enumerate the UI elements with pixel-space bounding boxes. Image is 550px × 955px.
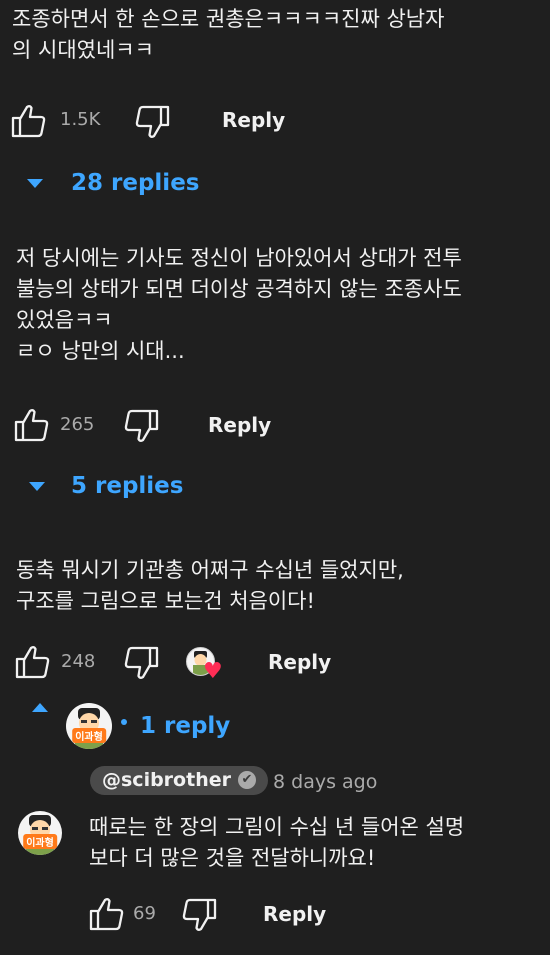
thumbs-down-icon[interactable]: [182, 897, 218, 933]
hide-replies-button[interactable]: [32, 703, 48, 712]
reply-comment: 때로는 한 장의 그림이 수십 년 들어온 설명 보다 더 많은 것을 전달하니…: [89, 812, 539, 874]
thumbs-down-icon[interactable]: [135, 104, 171, 140]
caret-down-icon: [27, 178, 43, 188]
like-count: 265: [60, 414, 95, 435]
channel-badge: 이과형: [72, 728, 106, 743]
thumbs-up-icon[interactable]: [88, 896, 124, 932]
comment-2: 저 당시에는 기사도 정신이 남아있어서 상대가 전투 불능의 상태가 되면 더…: [16, 243, 546, 367]
like-count: 69: [133, 903, 156, 924]
thumbs-up-icon[interactable]: [13, 407, 49, 443]
author-handle: @scibrother: [102, 769, 231, 791]
replies-count-link[interactable]: 1 reply: [140, 713, 230, 739]
caret-up-icon: [32, 703, 48, 712]
verified-check-icon: ✔: [237, 771, 256, 789]
view-replies-button[interactable]: 28 replies: [27, 170, 199, 196]
heart-icon: ♥: [203, 659, 223, 684]
view-replies-button[interactable]: 5 replies: [29, 473, 183, 499]
reply-button[interactable]: Reply: [208, 413, 271, 437]
channel-badge: 이과형: [23, 834, 57, 849]
thumbs-up-icon[interactable]: [14, 644, 50, 680]
creator-heart: ♥: [186, 647, 228, 687]
author-handle-chip[interactable]: @scibrother ✔: [90, 766, 268, 795]
reply-button[interactable]: Reply: [268, 650, 331, 674]
caret-down-icon: [29, 481, 45, 491]
thumbs-up-icon[interactable]: [10, 103, 46, 139]
like-count: 248: [61, 651, 96, 672]
thumbs-down-icon[interactable]: [124, 408, 160, 444]
reply-avatar[interactable]: 이과형: [18, 811, 62, 855]
comment-text: 동축 뭐시기 기관총 어쩌구 수십년 들었지만, 구조를 그림으로 보는건 처음…: [16, 558, 404, 613]
dot-separator: [121, 719, 127, 725]
comment-text: 때로는 한 장의 그림이 수십 년 들어온 설명 보다 더 많은 것을 전달하니…: [89, 815, 465, 870]
comment-text: 조종하면서 한 손으로 권총은ㅋㅋㅋㅋ진짜 상남자 의 시대였네ㅋㅋ: [12, 7, 445, 62]
like-count: 1.5K: [60, 109, 101, 130]
comment-3: 동축 뭐시기 기관총 어쩌구 수십년 들었지만, 구조를 그림으로 보는건 처음…: [16, 555, 546, 617]
timestamp[interactable]: 8 days ago: [273, 771, 377, 793]
thumbs-down-icon[interactable]: [124, 645, 160, 681]
reply-button[interactable]: Reply: [263, 902, 326, 926]
creator-avatar: 이과형: [66, 703, 112, 749]
reply-button[interactable]: Reply: [222, 108, 285, 132]
comment-1: 조종하면서 한 손으로 권총은ㅋㅋㅋㅋ진짜 상남자 의 시대였네ㅋㅋ: [12, 4, 542, 66]
comment-text: 저 당시에는 기사도 정신이 남아있어서 상대가 전투 불능의 상태가 되면 더…: [16, 246, 462, 363]
